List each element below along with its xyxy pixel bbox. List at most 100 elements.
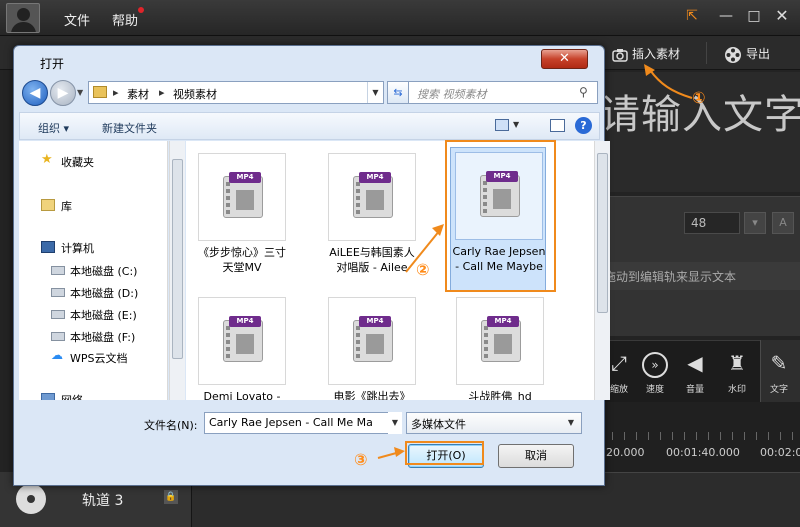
folder-icon — [93, 86, 107, 98]
search-box[interactable]: 搜索 视频素材 ⚲ — [408, 81, 598, 104]
address-bar[interactable]: ▸ 素材 ▸ 视频素材 ▼ — [88, 81, 384, 104]
chevron-down-icon[interactable]: ▼ — [367, 82, 383, 103]
skin-icon[interactable]: ⇱ — [682, 6, 702, 26]
preview-pane-icon[interactable] — [550, 119, 565, 132]
file-type-value: 多媒体文件 — [411, 418, 466, 431]
step-marker: ② — [416, 260, 430, 279]
command-bar: 组织 ▾ 新建文件夹 ▼ ? — [19, 112, 600, 140]
cloud-icon: ☁ — [51, 348, 63, 362]
watermark-icon: ♜ — [728, 351, 746, 375]
mp4-badge: MP4 — [229, 316, 261, 327]
file-name: Demi Lovato - — [203, 390, 281, 400]
chevron-down-icon: ▼ — [567, 418, 575, 427]
minimize-button[interactable]: — — [716, 6, 736, 26]
breadcrumb-item[interactable]: 视频素材 — [173, 86, 217, 102]
nav-scrollbar[interactable] — [169, 141, 185, 400]
track-label: 轨道 3 — [82, 493, 124, 509]
search-icon: ⚲ — [579, 85, 588, 99]
time-label: 20.000 — [606, 446, 645, 459]
organize-button[interactable]: 组织 ▾ — [38, 120, 69, 136]
time-label: 00:02:0 — [760, 446, 800, 459]
disk-icon — [51, 332, 65, 341]
nav-item-label: 本地磁盘 (F:) — [70, 331, 136, 344]
help-icon[interactable]: ? — [575, 117, 592, 134]
filename-field[interactable]: Carly Rae Jepsen - Call Me Ma — [204, 412, 402, 434]
notification-dot — [138, 7, 144, 13]
menu-file[interactable]: 文件 — [64, 10, 90, 29]
tool-watermark-label: 水印 — [727, 385, 746, 395]
maximize-button[interactable]: □ — [744, 6, 764, 26]
file-list-scrollbar[interactable] — [594, 141, 610, 400]
file-item[interactable]: MP4 《步步惊心》三寸天堂MV — [194, 149, 290, 289]
export-label: 导出 — [746, 47, 771, 61]
tool-zoom-label: 缩放 — [609, 385, 628, 395]
text-color-button[interactable]: A — [772, 212, 794, 234]
file-item[interactable]: MP4 AiLEE与韩国素人对唱版 - Ailee — [324, 149, 420, 289]
recent-locations-dropdown[interactable]: ▼ — [77, 88, 83, 97]
navigation-pane: ★ 收藏夹 库 计算机 本地磁盘 (C:) 本地磁盘 (D:) 本地磁盘 (E:)… — [19, 141, 168, 400]
tool-speed[interactable]: » 速度 — [640, 352, 670, 398]
scroll-thumb[interactable] — [597, 153, 608, 313]
insert-material-label: 插入素材 — [632, 47, 681, 61]
file-thumbnail: MP4 — [198, 297, 286, 385]
lock-icon[interactable]: 🔒 — [164, 490, 178, 504]
mp4-badge: MP4 — [487, 316, 519, 327]
file-item[interactable]: MP4 Demi Lovato - — [194, 293, 290, 400]
menu-help[interactable]: 帮助 — [112, 10, 138, 29]
export-button[interactable]: 导出 — [724, 41, 794, 67]
file-item[interactable]: MP4 电影《跳出去》 — [324, 293, 420, 400]
search-input[interactable]: 搜索 视频素材 — [417, 86, 487, 102]
chevron-down-icon[interactable]: ▼ — [388, 412, 402, 434]
file-type-select[interactable]: 多媒体文件 ▼ — [406, 412, 582, 434]
file-name: AiLEE与韩国素人对唱版 - Ailee — [329, 246, 415, 274]
tool-text[interactable]: ✎ 文字 — [764, 352, 794, 398]
selection-highlight — [445, 140, 556, 292]
font-size-dropdown[interactable]: ▾ — [744, 212, 766, 234]
camera-icon — [612, 48, 628, 62]
open-button-highlight — [405, 441, 484, 465]
nav-item-label: WPS云文档 — [70, 352, 128, 365]
cancel-button[interactable]: 取消 — [498, 444, 574, 468]
nav-item-label: 本地磁盘 (E:) — [70, 309, 137, 322]
drag-hint: 拖动到编辑轨来显示文本 — [600, 262, 800, 290]
toolbar-divider — [706, 42, 707, 64]
timeline-ruler — [600, 432, 800, 440]
scroll-thumb[interactable] — [172, 159, 183, 359]
nav-item-label: 计算机 — [61, 242, 94, 255]
file-name: 电影《跳出去》 — [333, 390, 411, 400]
tool-speed-label: 速度 — [645, 385, 664, 395]
refresh-button[interactable]: ⇆ — [387, 81, 409, 104]
file-item[interactable]: MP4 斗战胜佛_hd — [452, 293, 548, 400]
file-name: 斗战胜佛_hd — [468, 390, 532, 400]
file-thumbnail: MP4 — [198, 153, 286, 241]
tool-volume[interactable]: ◀ 音量 — [680, 352, 710, 398]
breadcrumb-item[interactable]: 素材 — [127, 86, 149, 102]
close-button[interactable]: ✕ — [772, 6, 792, 26]
film-reel-icon — [16, 484, 46, 514]
view-dropdown[interactable]: ▼ — [513, 120, 519, 129]
dialog-close-button[interactable]: ✕ — [541, 49, 588, 69]
forward-button[interactable]: ▶ — [50, 80, 76, 106]
tool-volume-label: 音量 — [685, 385, 704, 395]
film-reel-icon — [725, 46, 741, 63]
back-button[interactable]: ◀ — [22, 80, 48, 106]
volume-icon: ◀ — [687, 351, 703, 375]
library-icon — [41, 199, 55, 211]
tool-text-label: 文字 — [769, 385, 788, 395]
user-avatar[interactable] — [6, 3, 40, 33]
file-thumbnail: MP4 — [328, 297, 416, 385]
step-marker: ③ — [354, 450, 368, 469]
nav-item-label: 收藏夹 — [61, 156, 94, 169]
pen-icon: ✎ — [770, 351, 788, 375]
tool-watermark[interactable]: ♜ 水印 — [722, 352, 752, 398]
view-icon[interactable] — [495, 119, 509, 131]
disk-icon — [51, 266, 65, 275]
star-icon: ★ — [41, 152, 53, 167]
font-size-field[interactable]: 48 — [684, 212, 740, 234]
nav-item-label: 本地磁盘 (D:) — [70, 287, 139, 300]
mp4-badge: MP4 — [229, 172, 261, 183]
file-name: 《步步惊心》三寸天堂MV — [198, 246, 286, 274]
computer-icon — [41, 241, 55, 253]
new-folder-button[interactable]: 新建文件夹 — [102, 120, 157, 136]
insert-material-button[interactable]: 插入素材 — [612, 41, 704, 67]
